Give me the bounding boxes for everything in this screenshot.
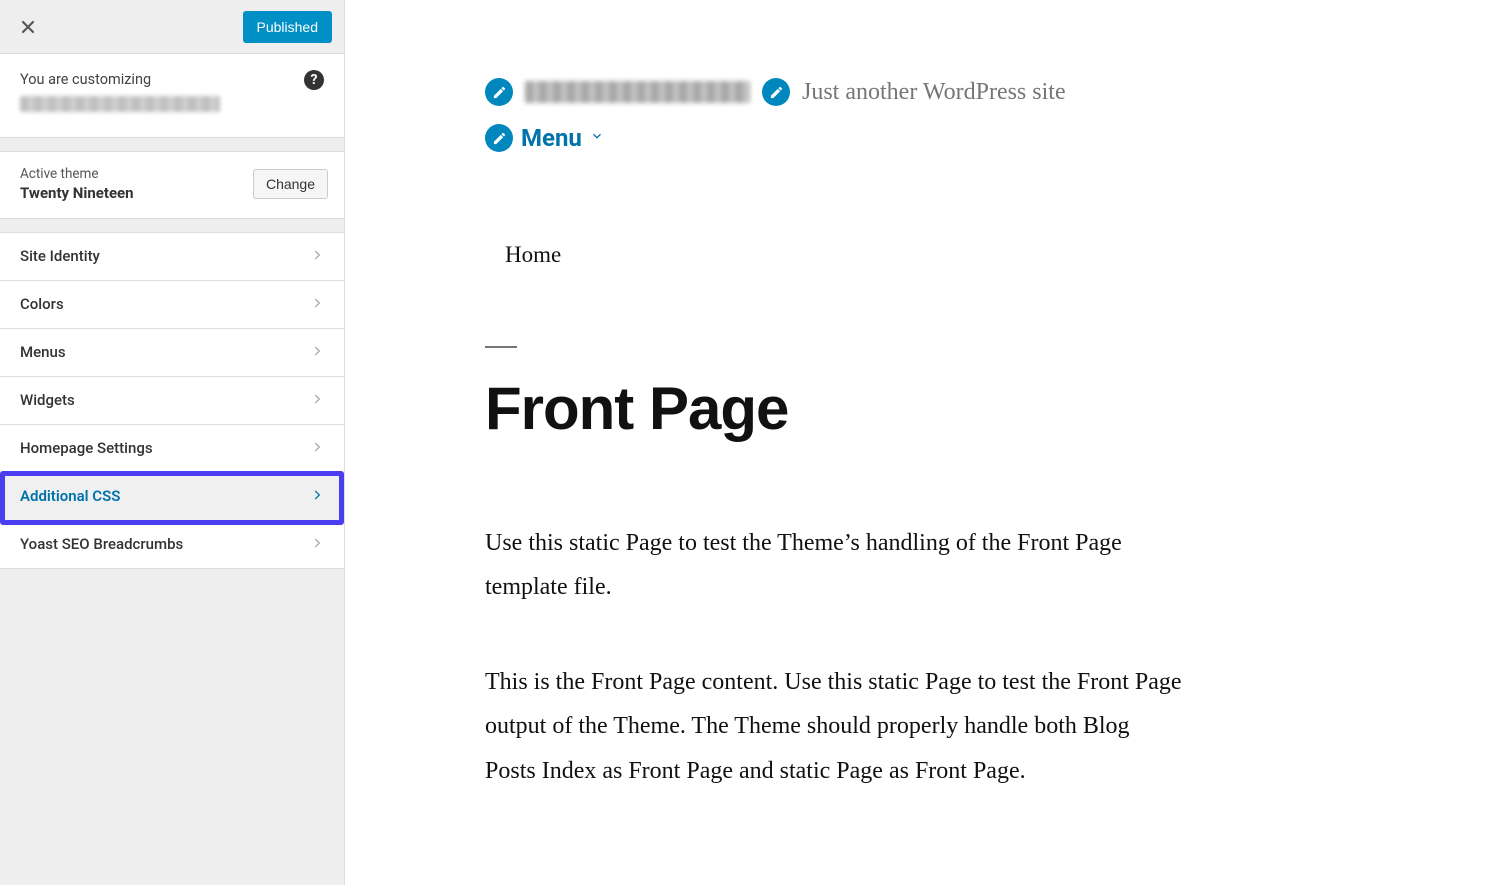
menu-item-additional-css[interactable]: Additional CSS <box>0 473 344 521</box>
title-accent <box>485 346 517 348</box>
change-theme-button[interactable]: Change <box>253 169 328 199</box>
active-theme-label: Active theme <box>20 166 134 182</box>
chevron-right-icon <box>310 487 324 506</box>
menu-item-homepage-settings[interactable]: Homepage Settings <box>0 425 344 473</box>
pencil-icon <box>492 85 507 100</box>
menu-item-label: Yoast SEO Breadcrumbs <box>20 535 183 553</box>
chevron-right-icon <box>310 343 324 362</box>
content-paragraph: This is the Front Page content. Use this… <box>485 660 1185 793</box>
menu-item-label: Homepage Settings <box>20 439 153 457</box>
active-theme-row: Active theme Twenty Nineteen Change <box>0 152 344 219</box>
menu-item-label: Site Identity <box>20 247 100 265</box>
site-header: Just another WordPress site Menu <box>485 78 1440 152</box>
content-paragraph: Use this static Page to test the Theme’s… <box>485 521 1185 610</box>
customizer-menu-list: Site Identity Colors Menus Widgets Homep… <box>0 233 344 569</box>
breadcrumb[interactable]: Home <box>505 242 1440 268</box>
chevron-right-icon <box>310 391 324 410</box>
menu-item-label: Menus <box>20 343 66 361</box>
menu-item-widgets[interactable]: Widgets <box>0 377 344 425</box>
customizing-header: You are customizing ? <box>0 54 344 138</box>
menu-item-label: Colors <box>20 295 64 313</box>
pencil-icon <box>769 85 784 100</box>
menu-link[interactable]: Menu <box>521 124 582 152</box>
menu-item-label: Additional CSS <box>20 487 120 505</box>
chevron-right-icon <box>310 247 324 266</box>
page-title: Front Page <box>485 374 1440 443</box>
chevron-right-icon <box>310 295 324 314</box>
help-icon[interactable]: ? <box>304 70 324 90</box>
site-preview: Just another WordPress site Menu Home Fr… <box>345 0 1500 885</box>
pencil-icon <box>492 131 507 146</box>
edit-menu-button[interactable] <box>485 124 513 152</box>
primary-menu-row: Menu <box>485 124 1440 152</box>
customizer-sidebar: Published You are customizing ? Active t… <box>0 0 345 885</box>
chevron-right-icon <box>310 439 324 458</box>
customizing-label: You are customizing <box>20 70 220 90</box>
close-button[interactable] <box>0 0 56 54</box>
theme-name: Twenty Nineteen <box>20 184 134 202</box>
site-title-redacted <box>525 81 750 103</box>
menu-item-yoast-breadcrumbs[interactable]: Yoast SEO Breadcrumbs <box>0 521 344 569</box>
chevron-right-icon <box>310 535 324 554</box>
menu-item-site-identity[interactable]: Site Identity <box>0 233 344 281</box>
menu-item-label: Widgets <box>20 391 75 409</box>
site-tagline: Just another WordPress site <box>802 79 1066 106</box>
site-name-redacted <box>20 96 220 112</box>
close-icon <box>18 17 38 37</box>
chevron-down-icon[interactable] <box>590 129 604 148</box>
publish-button[interactable]: Published <box>243 11 333 43</box>
menu-item-menus[interactable]: Menus <box>0 329 344 377</box>
edit-site-title-button[interactable] <box>485 78 513 106</box>
menu-item-colors[interactable]: Colors <box>0 281 344 329</box>
edit-tagline-button[interactable] <box>762 78 790 106</box>
